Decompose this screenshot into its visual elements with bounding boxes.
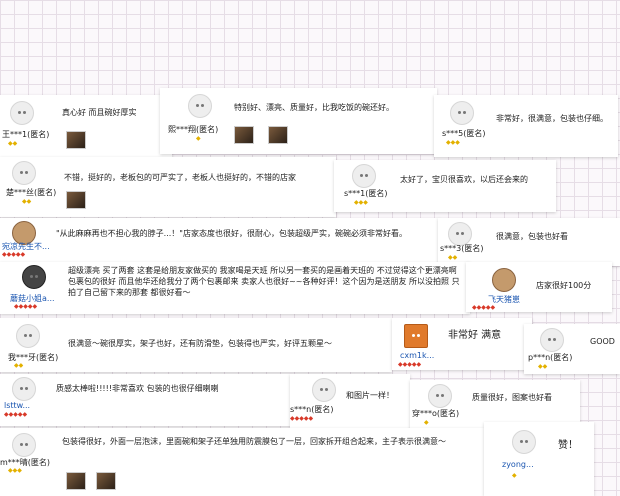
rating-diamonds: ◆◆ xyxy=(22,198,32,205)
reviewer-name[interactable]: zyong... xyxy=(502,460,534,469)
avatar xyxy=(16,324,40,348)
rating-diamonds: ◆ xyxy=(196,135,201,142)
review-text: 很满意，包装也好看 xyxy=(496,232,568,241)
rating-diamonds: ◆◆◆ xyxy=(354,199,368,206)
review-text: 特别好、漂亮、质量好，比我吃饭的碗还好。 xyxy=(234,103,394,112)
rating-diamonds: ◆◆◆ xyxy=(8,467,22,474)
reviewer-name: 熙***翔(匿名) xyxy=(168,125,219,134)
review-text: 太好了，宝贝很喜欢，以后还会来的 xyxy=(400,175,528,184)
review-text: 和图片一样！ xyxy=(346,391,394,400)
review-photo[interactable] xyxy=(96,472,116,490)
avatar xyxy=(12,161,36,185)
rating-diamonds: ◆◆ xyxy=(448,254,458,261)
avatar xyxy=(450,101,474,125)
review-card: 飞天猪崽 ◆◆◆◆◆ 店家很好100分 xyxy=(466,262,612,312)
rating-diamonds: ◆ xyxy=(512,472,517,479)
review-text: 质量很好，图案也好看 xyxy=(472,393,552,402)
avatar xyxy=(428,384,452,408)
avatar xyxy=(512,430,536,454)
review-card: zyong... ◆ 赞！ xyxy=(484,422,594,496)
review-collage: 王***1(匿名) ◆◆ 真心好 而且碗好厚实 熙***翔(匿名) ◆ 特别好、… xyxy=(0,0,620,496)
rating-diamonds: ◆ xyxy=(424,419,429,426)
review-card: 王***1(匿名) ◆◆ 真心好 而且碗好厚实 xyxy=(0,95,172,161)
review-text: 不错，挺好的，老板包的可严实了，老板人也挺好的，不错的店家 xyxy=(64,173,296,182)
reviewer-name: s***3(匿名) xyxy=(440,244,484,253)
rating-diamonds: ◆◆◆◆◆ xyxy=(398,361,422,368)
review-card: lsttw... ◆◆◆◆◆ 质感太棒啦!!!!!非常喜欢 包装的也很仔细喇喇 xyxy=(0,374,292,426)
review-card: 宛凉先生不... ◆◆◆◆◆ "从此麻麻再也不担心我的脖子...！"店家态度也很… xyxy=(0,218,440,262)
review-card: s***n(匿名) ◆◆◆◆◆ 和图片一样！ xyxy=(290,374,410,428)
avatar xyxy=(12,377,36,401)
reviewer-name: s***n(匿名) xyxy=(290,405,334,414)
reviewer-name: s***1(匿名) xyxy=(344,189,388,198)
rating-diamonds: ◆◆ xyxy=(538,363,548,370)
review-photo[interactable] xyxy=(234,126,254,144)
review-text: 非常好 满意 xyxy=(448,330,502,341)
review-photo[interactable] xyxy=(66,191,86,209)
avatar xyxy=(10,101,34,125)
avatar xyxy=(22,265,46,289)
review-card: s***5(匿名) ◆◆◆ 非常好，很满意，包装也仔细。 xyxy=(434,95,618,157)
review-card: 楚***丝(匿名) ◆◆ 不错，挺好的，老板包的可严实了，老板人也挺好的，不错的… xyxy=(0,157,336,217)
rating-diamonds: ◆◆ xyxy=(8,140,18,147)
avatar xyxy=(352,164,376,188)
review-card: s***1(匿名) ◆◆◆ 太好了，宝贝很喜欢，以后还会来的 xyxy=(334,160,556,212)
review-card: 我***牙(匿名) ◆◆ 很满意～碗很厚实，架子也好，还有防滑垫，包装得也严实，… xyxy=(0,318,392,372)
rating-diamonds: ◆◆◆ xyxy=(446,139,460,146)
review-text: 店家很好100分 xyxy=(536,281,592,290)
review-text: GOOD xyxy=(590,337,615,346)
reviewer-name[interactable]: lsttw... xyxy=(4,401,30,410)
avatar xyxy=(404,324,428,348)
review-text: 包装得很好，外面一层泡沫，里面碗和架子还单独用防震膜包了一层，回家拆开组合起来，… xyxy=(62,437,446,446)
review-text: 超级漂亮 买了两套 这套是给朋友家做买的 我家喝是天班 所以另一套买的是画着天班… xyxy=(68,266,460,297)
avatar xyxy=(12,433,36,457)
review-card: 熙***翔(匿名) ◆ 特别好、漂亮、质量好，比我吃饭的碗还好。 xyxy=(160,88,437,154)
rating-diamonds: ◆◆◆◆◆ xyxy=(4,411,28,418)
reviewer-name: 穿***o(匿名) xyxy=(412,409,460,418)
review-text: "从此麻麻再也不担心我的脖子...！"店家态度也很好，很耐心，包装超级严实，碗碗… xyxy=(56,229,407,238)
rating-diamonds: ◆◆◆◆◆ xyxy=(472,304,496,311)
avatar xyxy=(312,378,336,402)
review-card: cxm1k... ◆◆◆◆◆ 非常好 满意 xyxy=(392,318,532,370)
avatar xyxy=(188,94,212,118)
review-card: s***3(匿名) ◆◆ 很满意，包装也好看 xyxy=(438,218,620,266)
reviewer-name: 王***1(匿名) xyxy=(2,130,50,139)
reviewer-name: 楚***丝(匿名) xyxy=(6,188,57,197)
rating-diamonds: ◆◆◆◆◆ xyxy=(14,303,38,310)
reviewer-name: p***n(匿名) xyxy=(528,353,573,362)
reviewer-name[interactable]: cxm1k... xyxy=(400,351,434,360)
rating-diamonds: ◆◆ xyxy=(14,362,24,369)
review-text: 真心好 而且碗好厚实 xyxy=(62,108,137,117)
review-photo[interactable] xyxy=(268,126,288,144)
review-text: 赞！ xyxy=(558,440,578,451)
review-card: m***晴(匿名) ◆◆◆ 包装得很好，外面一层泡沫，里面碗和架子还单独用防震膜… xyxy=(0,428,484,496)
avatar xyxy=(492,268,516,292)
review-text: 质感太棒啦!!!!!非常喜欢 包装的也很仔细喇喇 xyxy=(56,384,219,393)
avatar xyxy=(540,328,564,352)
reviewer-name: s***5(匿名) xyxy=(442,129,486,138)
review-photo[interactable] xyxy=(66,131,86,149)
rating-diamonds: ◆◆◆◆◆ xyxy=(290,415,314,422)
rating-diamonds: ◆◆◆◆◆ xyxy=(2,251,26,258)
review-photo[interactable] xyxy=(66,472,86,490)
review-text: 很满意～碗很厚实，架子也好，还有防滑垫，包装得也严实，好评五颗星～ xyxy=(68,339,332,348)
review-card: 蘑菇小姐a... ◆◆◆◆◆ 超级漂亮 买了两套 这套是给朋友家做买的 我家喝是… xyxy=(0,262,470,314)
review-text: 非常好，很满意，包装也仔细。 xyxy=(496,114,608,123)
review-card: p***n(匿名) ◆◆ GOOD xyxy=(524,324,620,374)
